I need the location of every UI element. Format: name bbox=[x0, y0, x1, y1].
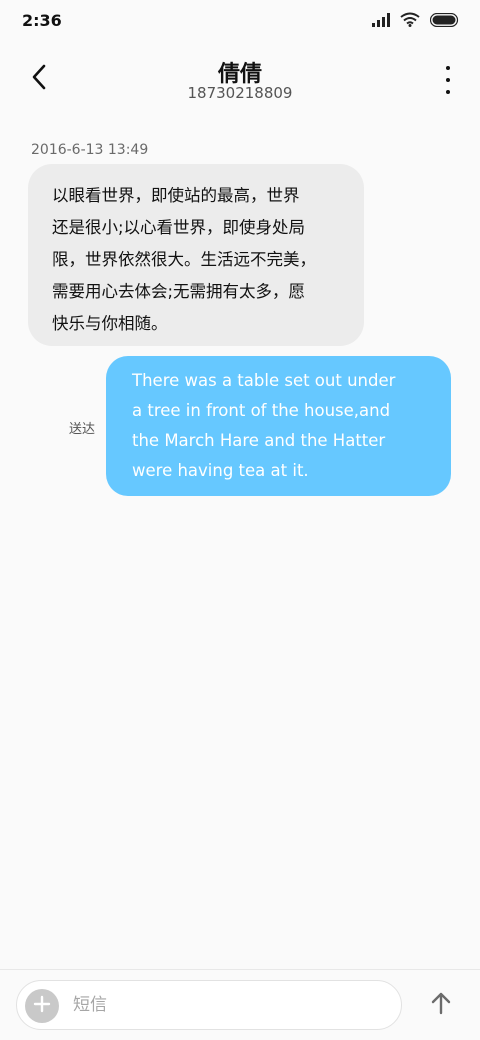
status-time: 2:36 bbox=[22, 11, 62, 30]
arrow-up-icon bbox=[430, 991, 452, 1019]
message-line: the March Hare and the Hatter bbox=[132, 431, 386, 450]
message-line: There was a table set out under bbox=[132, 371, 396, 390]
message-line: 还是很小;以心看世界，即使身处局 bbox=[52, 218, 306, 237]
message-timestamp: 2016-6-13 13:49 bbox=[31, 142, 149, 158]
contact-phone-number: 18730218809 bbox=[187, 84, 293, 102]
message-line: 快乐与你相随。 bbox=[52, 314, 168, 333]
add-attachment-button[interactable] bbox=[25, 989, 59, 1023]
message-line: 需要用心去体会;无需拥有太多，愿 bbox=[52, 282, 306, 301]
composer-divider bbox=[0, 969, 480, 970]
more-vertical-icon bbox=[446, 78, 450, 82]
signal-icon bbox=[372, 12, 390, 31]
plus-icon bbox=[33, 995, 51, 1017]
status-bar: 2:36 bbox=[0, 0, 480, 44]
outgoing-message-bubble[interactable]: There was a table set out under a tree i… bbox=[106, 356, 451, 496]
message-input[interactable] bbox=[73, 991, 383, 1019]
more-vertical-icon bbox=[446, 66, 450, 70]
message-composer bbox=[16, 980, 402, 1030]
more-options-button[interactable] bbox=[440, 66, 456, 94]
battery-icon bbox=[429, 12, 460, 31]
status-icons bbox=[372, 12, 460, 30]
message-line: 限，世界依然很大。生活远不完美， bbox=[52, 250, 316, 269]
incoming-message-bubble[interactable]: 以眼看世界，即使站的最高，世界 还是很小;以心看世界，即使身处局 限，世界依然很… bbox=[28, 164, 364, 346]
message-line: were having tea at it. bbox=[132, 461, 309, 480]
wifi-icon bbox=[400, 12, 420, 31]
send-button[interactable] bbox=[424, 988, 458, 1022]
message-line: a tree in front of the house,and bbox=[132, 401, 391, 420]
conversation-header: 倩倩 18730218809 bbox=[0, 50, 480, 110]
message-line: 以眼看世界，即使站的最高，世界 bbox=[52, 186, 300, 205]
more-vertical-icon bbox=[446, 90, 450, 94]
delivery-status: 送达 bbox=[69, 422, 96, 437]
